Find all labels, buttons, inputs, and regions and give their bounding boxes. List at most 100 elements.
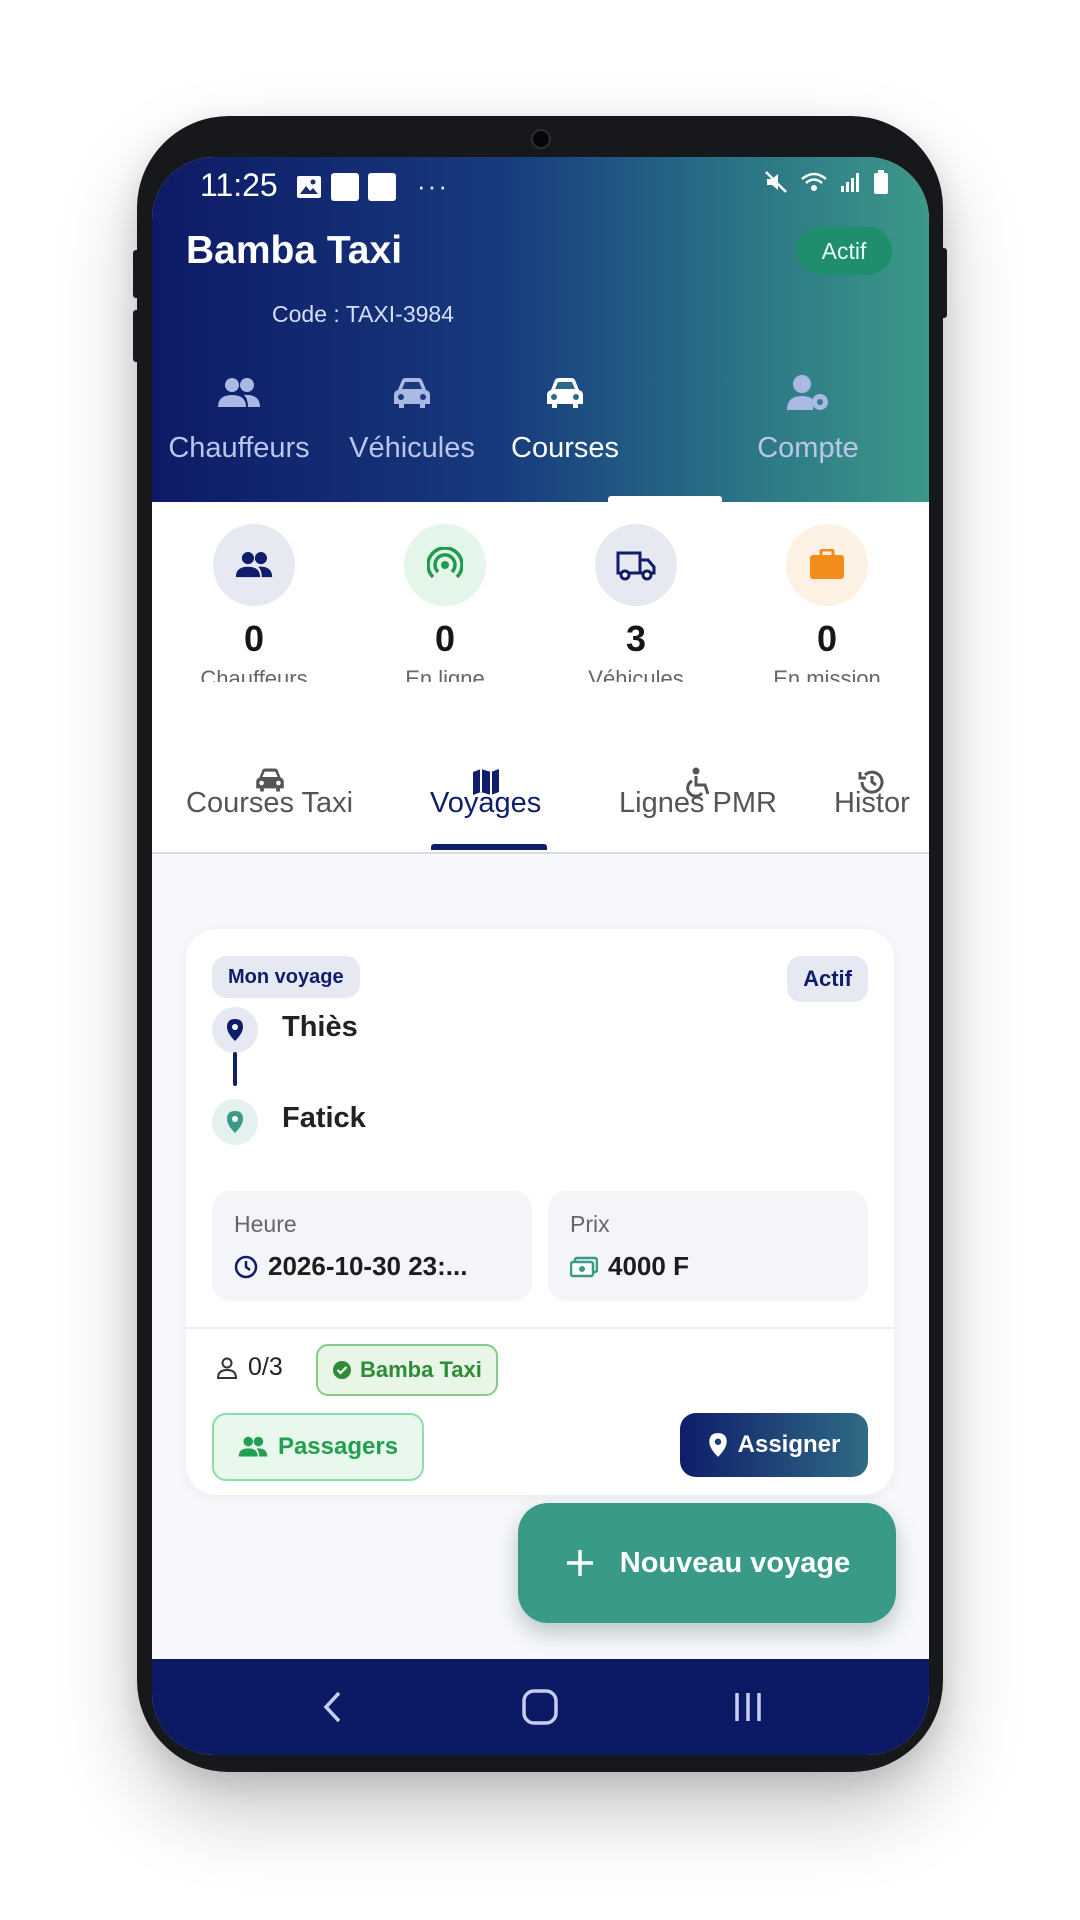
stat-value: 3 <box>625 618 647 659</box>
app-notification-icon <box>331 172 359 201</box>
assign-button-label: Assigner <box>737 1431 841 1458</box>
recents-button[interactable] <box>713 1681 783 1733</box>
location-pin-icon <box>227 1111 243 1133</box>
person-icon <box>216 1357 238 1379</box>
signal-icon <box>427 547 463 579</box>
origin-city: Thiès <box>282 1011 358 1043</box>
subtab-voyages[interactable]: Voyages <box>430 769 541 820</box>
assigned-driver-chip: Bamba Taxi <box>316 1344 498 1396</box>
home-button[interactable] <box>505 1681 575 1733</box>
price-label: Prix <box>570 1211 610 1237</box>
side-button-left-bottom <box>133 310 141 362</box>
user-gear-icon <box>787 375 828 410</box>
main-tabs: Chauffeurs Véhicules Courses Compte <box>152 372 929 502</box>
more-notifications-icon: ··· <box>417 171 449 201</box>
sub-tabs: Courses Taxi Voyages Lignes PMR Histor <box>152 682 929 854</box>
route-line <box>233 1052 237 1086</box>
trip-tag: Mon voyage <box>212 956 360 998</box>
wheelchair-icon <box>686 767 710 798</box>
status-time: 11:25 <box>200 167 278 203</box>
card-divider <box>186 1327 894 1329</box>
tab-label: Courses <box>511 432 619 464</box>
destination-marker <box>212 1099 258 1145</box>
tab-courses[interactable]: Courses <box>470 372 660 465</box>
side-button-left-top <box>133 250 141 298</box>
time-value: 2026-10-30 23:... <box>268 1251 468 1281</box>
stat-chauffeurs: 0 Chauffeurs <box>169 524 339 692</box>
signal-icon <box>841 173 859 192</box>
status-bar: 11:25 ··· <box>152 157 929 227</box>
stats-row: 0 Chauffeurs 0 En ligne 3 Véhicules 0 En… <box>152 502 929 691</box>
people-icon <box>238 1436 268 1457</box>
stat-en-ligne: 0 En ligne <box>360 524 530 692</box>
wifi-icon <box>801 172 827 191</box>
subtab-lignes-pmr[interactable]: Lignes PMR <box>619 767 777 820</box>
origin-marker <box>212 1007 258 1053</box>
time-box: Heure 2026-10-30 23:... <box>212 1191 532 1301</box>
stat-icon-circle <box>213 524 295 606</box>
assigned-driver-name: Bamba Taxi <box>360 1357 482 1382</box>
app-header: 11:25 ··· Bamba Taxi Actif Code : TAXI-3… <box>152 157 929 502</box>
trip-card[interactable]: Mon voyage Actif Thiès Fatick Heure 2026… <box>186 929 894 1495</box>
system-navigation-bar <box>152 1659 929 1755</box>
stat-icon-circle <box>404 524 486 606</box>
seats-count: 0/3 <box>216 1353 283 1382</box>
price-value: 4000 F <box>608 1251 689 1281</box>
stat-value: 0 <box>434 618 456 659</box>
destination-city: Fatick <box>282 1102 366 1134</box>
new-trip-fab[interactable]: Nouveau voyage <box>518 1503 896 1623</box>
car-icon <box>547 378 583 408</box>
plus-icon <box>566 1550 593 1576</box>
car-icon <box>255 768 284 792</box>
system-status-icons <box>763 169 889 195</box>
money-icon <box>570 1256 598 1277</box>
stat-vehicules: 3 Véhicules <box>551 524 721 692</box>
app-notification-icon <box>368 172 396 201</box>
people-icon <box>218 378 260 407</box>
history-icon <box>858 770 884 794</box>
stat-value: 0 <box>243 618 265 659</box>
briefcase-icon <box>810 549 844 579</box>
stat-icon-circle <box>595 524 677 606</box>
map-icon <box>472 769 499 795</box>
tab-label: Compte <box>757 432 859 464</box>
stat-value: 0 <box>816 618 838 659</box>
side-button-right <box>939 248 947 318</box>
front-camera <box>531 129 551 149</box>
stat-en-mission: 0 En mission <box>742 524 912 692</box>
new-trip-label: Nouveau voyage <box>619 1546 851 1579</box>
mute-icon <box>765 171 787 193</box>
tab-chauffeurs[interactable]: Chauffeurs <box>152 372 334 465</box>
seats-value: 0/3 <box>248 1353 283 1381</box>
time-label: Heure <box>234 1211 297 1237</box>
back-icon <box>323 1691 341 1723</box>
tab-compte[interactable]: Compte <box>738 372 878 465</box>
passengers-button[interactable]: Passagers <box>212 1413 424 1481</box>
check-circle-icon <box>333 1361 351 1379</box>
stat-icon-circle <box>786 524 868 606</box>
people-icon <box>235 552 273 578</box>
tab-label: Chauffeurs <box>168 432 310 464</box>
screen: 11:25 ··· Bamba Taxi Actif Code : TAXI-3… <box>152 157 929 1755</box>
price-box: Prix 4000 F <box>548 1191 868 1301</box>
subtab-courses-taxi[interactable]: Courses Taxi <box>186 768 353 820</box>
recents-icon <box>735 1693 761 1721</box>
location-pin-icon <box>708 1433 727 1457</box>
clock-icon <box>234 1255 258 1278</box>
home-icon <box>522 1689 558 1725</box>
price-value-row: 4000 F <box>570 1251 689 1282</box>
company-title: Bamba Taxi <box>186 229 403 272</box>
truck-icon <box>616 551 656 581</box>
passengers-button-label: Passagers <box>277 1433 399 1460</box>
battery-icon <box>874 170 888 194</box>
subtab-historique[interactable]: Histor <box>834 770 910 820</box>
status-badge: Actif <box>796 227 892 275</box>
car-icon <box>394 378 430 408</box>
trip-status-badge: Actif <box>787 956 868 1002</box>
active-subtab-indicator <box>431 844 547 850</box>
location-pin-icon <box>227 1019 243 1041</box>
assign-button[interactable]: Assigner <box>680 1413 868 1477</box>
back-button[interactable] <box>297 1681 367 1733</box>
time-value-row: 2026-10-30 23:... <box>234 1251 467 1282</box>
company-code: Code : TAXI-3984 <box>272 301 454 327</box>
